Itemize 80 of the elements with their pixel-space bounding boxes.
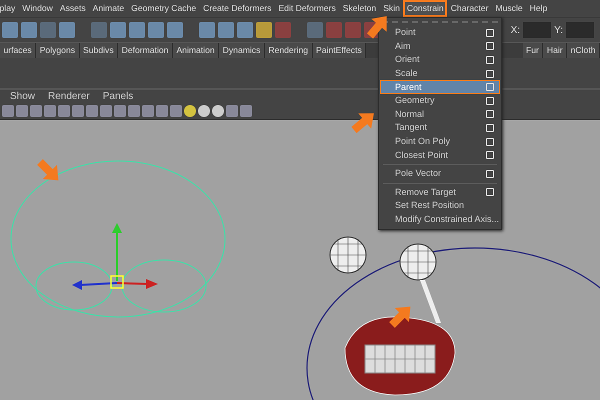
option-box-icon[interactable] <box>486 188 494 196</box>
menu-item[interactable]: Assets <box>56 0 90 17</box>
view-tool-icon[interactable] <box>72 104 84 116</box>
menu-item[interactable]: Animate <box>89 0 128 17</box>
option-box-icon[interactable] <box>486 138 494 146</box>
menu-item[interactable]: Parent <box>380 80 500 94</box>
field-label: Y: <box>554 24 563 36</box>
option-box-icon[interactable] <box>486 151 494 160</box>
menu-item[interactable]: Modify Constrained Axis... <box>380 212 500 226</box>
menu-item[interactable]: Tangent <box>380 121 500 135</box>
view-tool-icon[interactable] <box>198 104 210 116</box>
panel-menu-item[interactable]: Panels <box>102 90 134 102</box>
pointer-arrow-icon <box>37 159 58 180</box>
menu-item[interactable]: play <box>0 0 19 17</box>
panel-menu-item[interactable]: Show <box>10 90 36 102</box>
menu-item[interactable]: Constrain <box>403 0 448 17</box>
view-tool-icon[interactable] <box>16 104 28 116</box>
view-tool-icon[interactable] <box>86 104 98 116</box>
pointer-arrow-icon <box>389 306 410 328</box>
menu-item[interactable]: Point <box>380 26 500 40</box>
option-box-icon[interactable] <box>486 56 494 64</box>
shelf-tab[interactable]: Rendering <box>264 43 313 58</box>
view-tool-icon[interactable] <box>240 104 252 116</box>
option-box-icon[interactable] <box>486 110 494 118</box>
option-box-icon[interactable] <box>486 96 494 105</box>
eyeball-drawing <box>400 244 436 280</box>
option-box-icon[interactable] <box>486 124 494 132</box>
view-tool-icon[interactable] <box>58 104 70 116</box>
coordinate-field[interactable] <box>566 22 594 38</box>
option-box-icon[interactable] <box>486 28 494 37</box>
menu-item[interactable]: Create Deformers <box>200 0 275 17</box>
option-box-icon[interactable] <box>486 42 494 50</box>
view-tool-icon[interactable] <box>30 104 42 116</box>
view-tool-icon[interactable] <box>226 104 238 116</box>
shelf-tab[interactable]: urfaces <box>0 43 36 58</box>
menu-item[interactable]: Muscle <box>492 0 526 17</box>
menu-item[interactable]: Pole Vector <box>380 166 500 181</box>
menu-item[interactable]: Edit Deformers <box>274 0 340 17</box>
view-tool-icon[interactable] <box>212 104 224 116</box>
menu-item[interactable]: Closest Point <box>380 148 500 162</box>
menu-item[interactable]: Set Rest Position <box>380 199 500 213</box>
shelf-tab[interactable]: Subdivs <box>80 43 118 58</box>
menu-item[interactable]: Help <box>526 0 551 17</box>
menu-item[interactable]: Remove Target <box>380 186 500 200</box>
menu-item[interactable]: Point On Poly <box>380 134 500 148</box>
menu-item[interactable]: Geometry <box>380 94 500 108</box>
pointer-arrow-icon <box>366 16 387 39</box>
option-box-icon[interactable] <box>486 70 494 78</box>
coordinate-field[interactable] <box>523 22 552 38</box>
menu-item[interactable]: Skin <box>380 0 404 17</box>
shelf-tab[interactable]: Polygons <box>36 43 80 58</box>
shelf-tab[interactable]: nCloth <box>567 43 600 58</box>
field-label: X: <box>510 24 520 36</box>
shelf-tab[interactable]: PaintEffects <box>312 43 366 58</box>
menu-item[interactable]: Skeleton <box>339 0 380 17</box>
menu-item[interactable]: Geometry Cache <box>128 0 200 17</box>
view-tool-icon[interactable] <box>2 104 14 116</box>
shelf-tab[interactable]: Fur <box>522 43 544 58</box>
menu-item[interactable]: Character <box>447 0 492 17</box>
shelf-tab[interactable]: Dynamics <box>219 43 265 58</box>
menu-item[interactable]: Normal <box>380 108 500 122</box>
view-tool-icon[interactable] <box>170 104 182 116</box>
menu-item[interactable]: Aim <box>380 40 500 54</box>
shelf-tab[interactable]: Animation <box>172 43 220 58</box>
shelf-tab[interactable]: Hair <box>543 43 568 58</box>
shelf-tab[interactable]: Deformation <box>118 43 173 58</box>
panel-menu-item[interactable]: Renderer <box>48 90 90 102</box>
view-tool-icon[interactable] <box>142 104 154 116</box>
menu-item[interactable]: Orient <box>380 53 500 67</box>
menu-item[interactable]: Scale <box>380 66 500 80</box>
menu-item[interactable]: Window <box>18 0 56 17</box>
view-tool-icon[interactable] <box>114 104 126 116</box>
view-tool-icon[interactable] <box>156 104 168 116</box>
option-box-icon[interactable] <box>486 170 494 178</box>
view-tool-icon[interactable] <box>128 104 140 116</box>
view-tool-icon[interactable] <box>100 104 112 116</box>
eyeball-drawing <box>330 236 366 274</box>
view-tool-icon[interactable] <box>184 104 196 116</box>
pointer-arrow-icon <box>351 113 374 134</box>
view-tool-icon[interactable] <box>44 104 56 116</box>
